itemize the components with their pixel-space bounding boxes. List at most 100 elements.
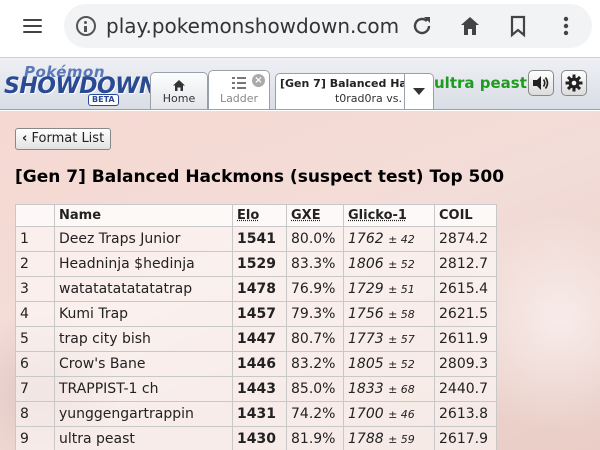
glicko-cell: 1788 ± 59 xyxy=(343,426,435,450)
player-name-link[interactable]: Crow's Bane xyxy=(54,351,233,377)
tab-home[interactable]: Home xyxy=(150,72,208,109)
elo-cell: 1431 xyxy=(232,401,287,427)
ladder-table: Name Elo GXE Glicko-1 COIL 1 Deez Traps J… xyxy=(15,204,497,450)
table-row: 8 yunggengartrappin 1431 74.2% 1700 ± 46 2613… xyxy=(15,401,497,427)
url-text[interactable]: play.pokemonshowdown.com xyxy=(106,14,400,38)
close-tab-icon[interactable]: × xyxy=(252,74,265,87)
player-name-link[interactable]: watatatatatatatrap xyxy=(54,276,233,302)
address-bar[interactable]: play.pokemonshowdown.com xyxy=(64,4,592,48)
gxe-cell: 83.2% xyxy=(286,351,344,377)
logo-showdown-text: SHOWDOWN! xyxy=(4,74,167,99)
elo-cell: 1478 xyxy=(232,276,287,302)
showdown-logo[interactable]: Pokémon SHOWDOWN! BETA xyxy=(2,61,167,107)
table-row: 6 Crow's Bane 1446 83.2% 1805 ± 52 2809.3 xyxy=(15,351,497,377)
glicko-rating: 1729 xyxy=(348,281,384,297)
elo-cell: 1541 xyxy=(232,226,287,252)
rank-cell: 5 xyxy=(15,326,55,352)
glicko-cell: 1805 ± 52 xyxy=(343,351,435,377)
rank-cell: 6 xyxy=(15,351,55,377)
table-row: 5 trap city bish 1447 80.7% 1773 ± 57 2611.9 xyxy=(15,326,497,352)
glicko-rating: 1788 xyxy=(348,431,384,447)
site-info-icon[interactable] xyxy=(76,16,96,36)
gxe-cell: 74.2% xyxy=(286,401,344,427)
glicko-deviation: ± 58 xyxy=(388,308,415,321)
tab-battle[interactable]: [Gen 7] Balanced Hackmons t0rad0ra vs. xyxy=(275,73,405,109)
elo-abbr[interactable]: Elo xyxy=(237,208,259,223)
table-row: 3 watatatatatatatrap 1478 76.9% 1729 ± 51 261… xyxy=(15,276,497,302)
glicko-deviation: ± 59 xyxy=(388,433,415,446)
elo-cell: 1457 xyxy=(232,301,287,327)
coil-cell: 2611.9 xyxy=(434,326,497,352)
gear-icon xyxy=(565,74,583,92)
speaker-icon xyxy=(533,76,549,90)
glicko-deviation: ± 52 xyxy=(388,258,415,271)
column-header-glicko[interactable]: Glicko-1 xyxy=(343,204,435,227)
glicko-rating: 1805 xyxy=(348,356,384,372)
rank-cell: 2 xyxy=(15,251,55,277)
glicko-abbr[interactable]: Glicko-1 xyxy=(348,208,407,223)
glicko-deviation: ± 51 xyxy=(388,283,415,296)
ladder-table-body: 1 Deez Traps Junior 1541 80.0% 1762 ± 42 2874… xyxy=(15,226,497,450)
gxe-abbr[interactable]: GXE xyxy=(291,208,321,223)
format-list-button[interactable]: ‹ Format List xyxy=(15,128,112,150)
rank-cell: 3 xyxy=(15,276,55,302)
glicko-cell: 1729 ± 51 xyxy=(343,276,435,302)
username[interactable]: ultra peast xyxy=(434,74,527,92)
rank-cell: 7 xyxy=(15,376,55,402)
player-name-link[interactable]: yunggengartrappin xyxy=(54,401,233,427)
home-icon[interactable] xyxy=(458,14,482,38)
elo-cell: 1447 xyxy=(232,326,287,352)
player-name-link[interactable]: TRAPPIST-1 ch xyxy=(54,376,233,402)
table-row: 7 TRAPPIST-1 ch 1443 85.0% 1833 ± 68 2440.7 xyxy=(15,376,497,402)
glicko-deviation: ± 68 xyxy=(388,383,415,396)
glicko-rating: 1833 xyxy=(348,381,384,397)
tab-ladder[interactable]: Ladder × xyxy=(208,70,270,109)
hamburger-menu-icon[interactable] xyxy=(20,16,48,38)
column-header-name: Name xyxy=(54,204,233,227)
gxe-cell: 85.0% xyxy=(286,376,344,402)
rank-cell: 9 xyxy=(15,426,55,450)
column-header-gxe[interactable]: GXE xyxy=(286,204,344,227)
glicko-rating: 1773 xyxy=(348,331,384,347)
coil-cell: 2613.8 xyxy=(434,401,497,427)
coil-cell: 2615.4 xyxy=(434,276,497,302)
glicko-deviation: ± 52 xyxy=(388,358,415,371)
player-name-link[interactable]: Deez Traps Junior xyxy=(54,226,233,252)
rank-cell: 4 xyxy=(15,301,55,327)
glicko-cell: 1833 ± 68 xyxy=(343,376,435,402)
player-name-link[interactable]: ultra peast xyxy=(54,426,233,450)
coil-cell: 2617.9 xyxy=(434,426,497,450)
logo-beta-badge: BETA xyxy=(88,94,119,106)
coil-cell: 2440.7 xyxy=(434,376,497,402)
reload-icon[interactable] xyxy=(410,14,434,38)
player-name-link[interactable]: trap city bish xyxy=(54,326,233,352)
rank-cell: 1 xyxy=(15,226,55,252)
coil-cell: 2621.5 xyxy=(434,301,497,327)
table-row: 1 Deez Traps Junior 1541 80.0% 1762 ± 42 2874… xyxy=(15,226,497,252)
coil-cell: 2809.3 xyxy=(434,351,497,377)
glicko-deviation: ± 42 xyxy=(388,233,415,246)
gxe-cell: 83.3% xyxy=(286,251,344,277)
elo-cell: 1529 xyxy=(232,251,287,277)
glicko-cell: 1700 ± 46 xyxy=(343,401,435,427)
more-options-icon[interactable] xyxy=(554,14,578,38)
column-header-coil: COIL xyxy=(434,204,497,227)
glicko-deviation: ± 57 xyxy=(388,333,415,346)
gxe-cell: 80.7% xyxy=(286,326,344,352)
tab-ladder-label: Ladder xyxy=(219,92,259,105)
chevron-down-icon[interactable] xyxy=(404,73,434,109)
table-header-row: Name Elo GXE Glicko-1 COIL xyxy=(15,204,497,227)
glicko-deviation: ± 46 xyxy=(388,408,415,421)
player-name-link[interactable]: Headninja $hedinja xyxy=(54,251,233,277)
coil-cell: 2874.2 xyxy=(434,226,497,252)
glicko-rating: 1756 xyxy=(348,306,384,322)
browser-toolbar: play.pokemonshowdown.com xyxy=(0,0,600,58)
gxe-cell: 76.9% xyxy=(286,276,344,302)
ladder-panel: ‹ Format List [Gen 7] Balanced Hackmons … xyxy=(0,111,600,450)
gxe-cell: 81.9% xyxy=(286,426,344,450)
column-header-elo[interactable]: Elo xyxy=(232,204,287,227)
player-name-link[interactable]: Kumi Trap xyxy=(54,301,233,327)
bookmark-icon[interactable] xyxy=(506,14,530,38)
settings-button[interactable] xyxy=(561,70,587,96)
sound-button[interactable] xyxy=(528,70,554,96)
